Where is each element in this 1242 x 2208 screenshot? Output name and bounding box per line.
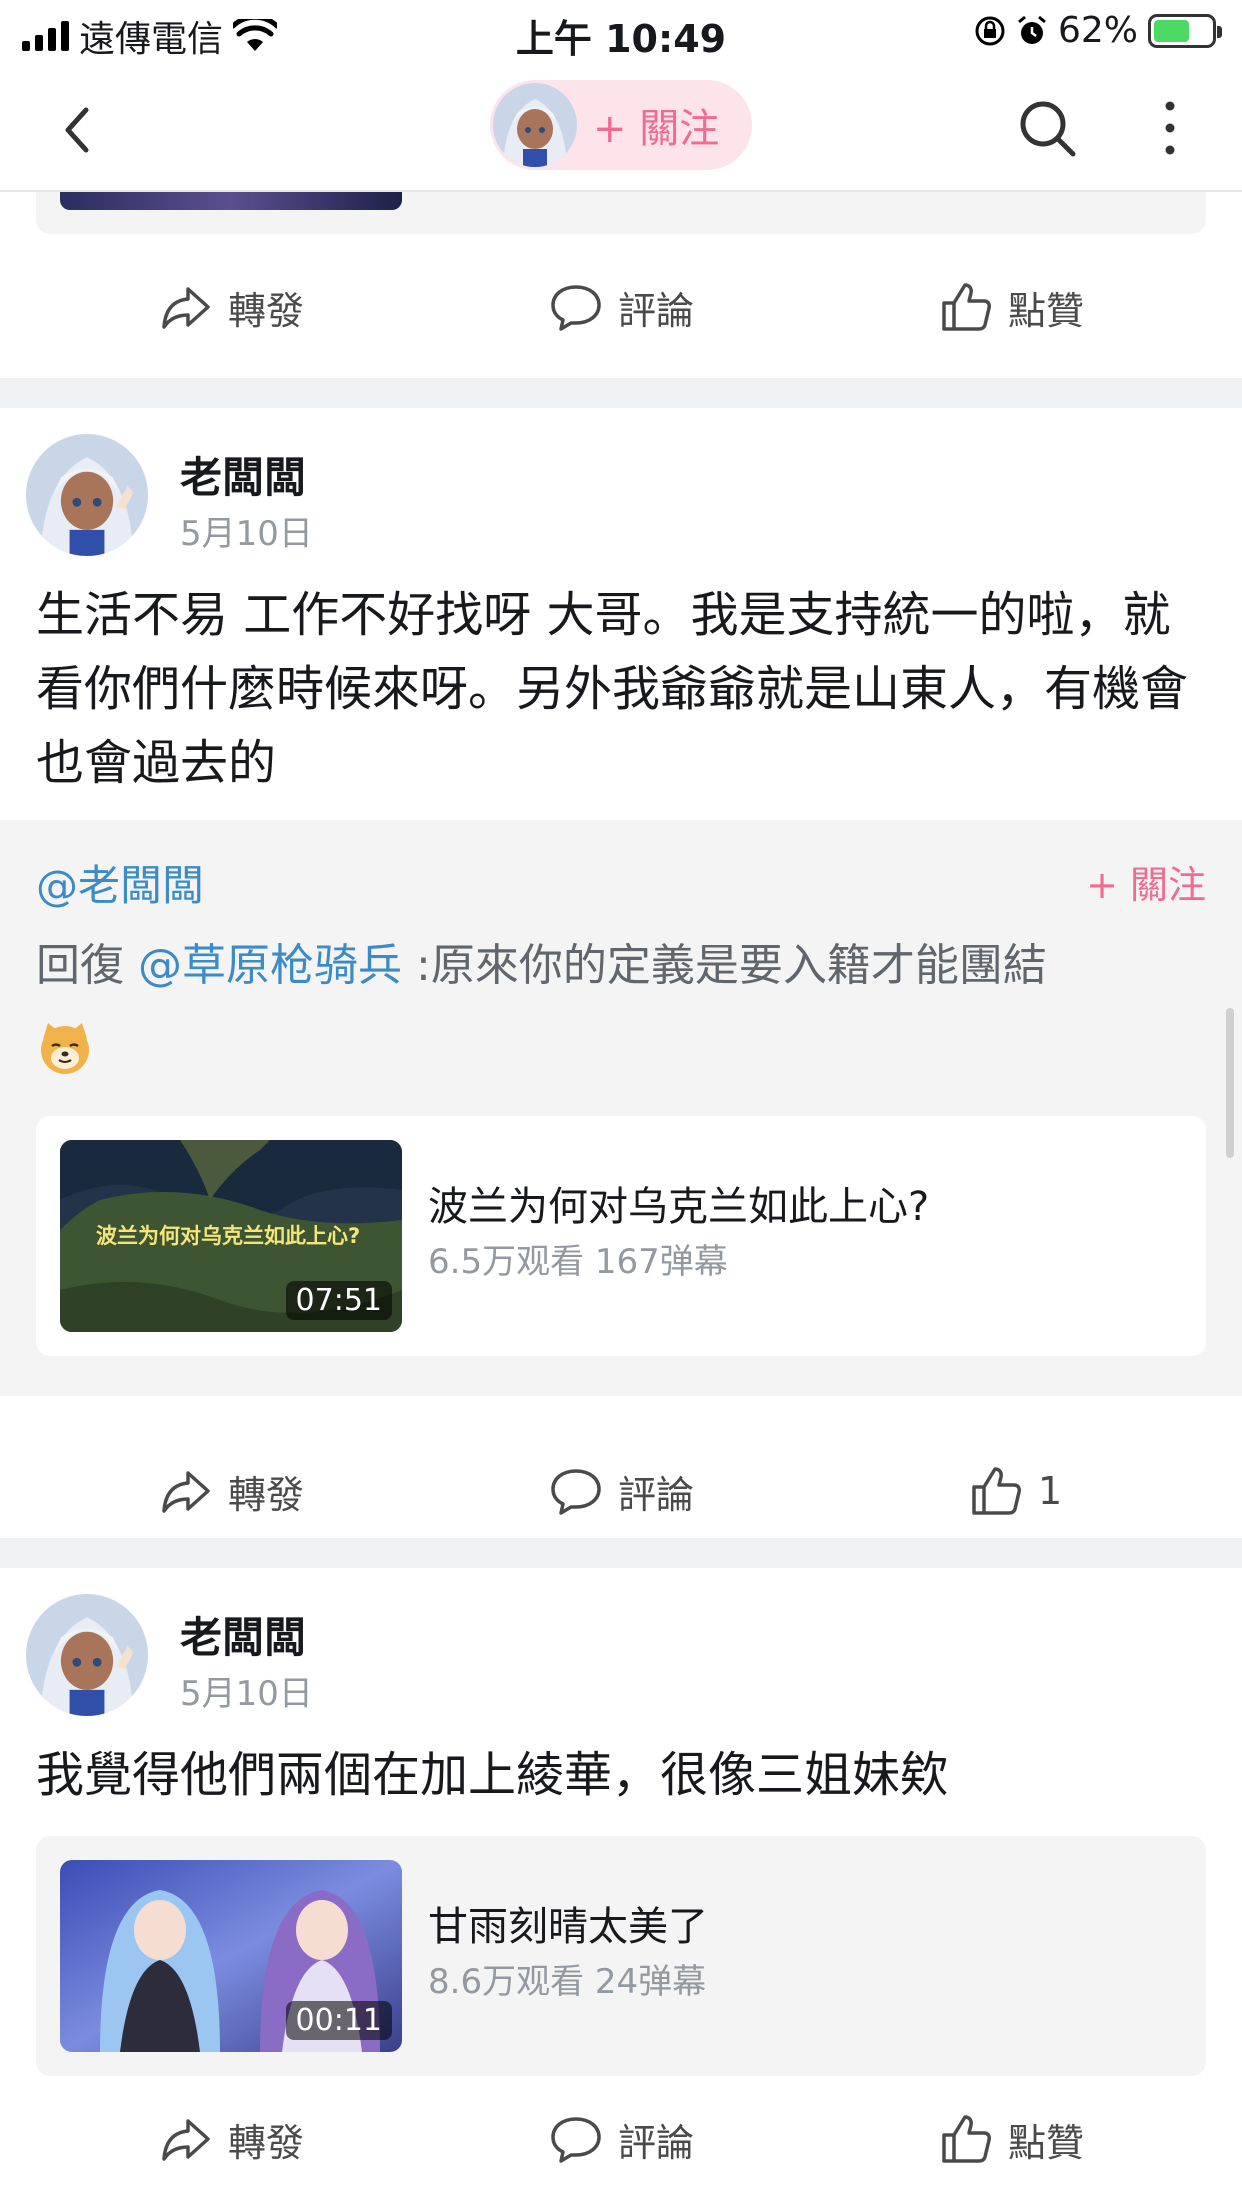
share-label: 轉發 (228, 288, 305, 333)
action-bar: 轉發 評論 點贊 (0, 2094, 1242, 2184)
mention-link[interactable]: @草原枪骑兵 (138, 940, 402, 991)
comment-label: 評論 (618, 2120, 695, 2165)
comment-button[interactable]: 評論 (548, 1446, 694, 1536)
video-thumbnail: 波兰为何对乌克兰如此上心? 07:51 (60, 1140, 402, 1332)
repost-text: 回復 @草原枪骑兵 :原來你的定義是要入籍才能團結 (36, 926, 1206, 1086)
repost-follow-button[interactable]: + 關注 (1086, 854, 1206, 909)
video-title[interactable]: 波兰为何对乌克兰如此上心? (428, 1174, 929, 1232)
follow-button[interactable]: + 關注 (593, 96, 719, 154)
battery-icon (1148, 13, 1222, 48)
section-divider (0, 378, 1242, 408)
like-label: 點贊 (1008, 288, 1085, 333)
search-icon[interactable] (1015, 96, 1079, 160)
video-stats: 6.5万观看 167弹幕 (428, 1242, 728, 1282)
nav-bar: + 關注 (0, 64, 1242, 192)
section-divider (0, 1538, 1242, 1568)
battery-fill (1154, 19, 1189, 42)
author-name[interactable]: 老闆闆 (180, 444, 306, 505)
video-card[interactable]: 波兰为何对乌克兰如此上心? 07:51 波兰为何对乌克兰如此上心? 6.5万观看… (36, 1116, 1206, 1356)
more-icon[interactable] (1155, 96, 1185, 160)
comment-icon (551, 285, 601, 331)
post-content: 我覺得他們兩個在加上綾華，很像三姐妹欸 (36, 1747, 949, 1803)
avatar[interactable] (26, 1594, 148, 1716)
video-card[interactable]: 00:11 甘雨刻晴太美了 8.6万观看 24弹幕 (36, 1836, 1206, 2076)
comment-button[interactable]: 評論 (548, 262, 694, 352)
like-button[interactable]: 點贊 (938, 2094, 1084, 2184)
action-bar: 轉發 評論 1 (0, 1446, 1242, 1536)
thumbnail-caption: 波兰为何对乌克兰如此上心? (96, 1224, 361, 1248)
doge-emoji-icon (41, 1023, 89, 1074)
share-label: 轉發 (228, 2120, 305, 2165)
status-right: 62% (974, 10, 1222, 51)
like-label: 點贊 (1008, 2120, 1085, 2165)
video-duration: 00:11 (285, 2001, 392, 2040)
status-bar: 遠傳電信 上午 10:49 62% (0, 0, 1242, 64)
thumbs-up-icon (942, 283, 991, 331)
comment-button[interactable]: 評論 (548, 2094, 694, 2184)
avatar[interactable] (26, 434, 148, 556)
like-button[interactable]: 1 (968, 1446, 1062, 1536)
comment-icon (551, 1469, 601, 1515)
repost-author[interactable]: @老闆闆 (36, 852, 204, 913)
comment-label: 評論 (618, 288, 695, 333)
share-button[interactable]: 轉發 (158, 2094, 304, 2184)
post-date: 5月10日 (180, 514, 313, 554)
thumbs-up-icon (972, 1467, 1021, 1515)
share-label: 轉發 (228, 1472, 305, 1517)
action-bar: 轉發 評論 點贊 (0, 262, 1242, 352)
avatar[interactable] (493, 83, 577, 167)
post-card: 老闆闆 5月10日 生活不易 工作不好找呀 大哥。我是支持統一的啦，就看你們什麼… (0, 408, 1242, 1538)
reply-text: :原來你的定義是要入籍才能團結 (416, 940, 1047, 991)
share-icon (162, 2119, 210, 2161)
share-button[interactable]: 轉發 (158, 1446, 304, 1536)
post-card: 老闆闆 5月10日 我覺得他們兩個在加上綾華，很像三姐妹欸 00:11 甘雨刻晴… (0, 1568, 1242, 2208)
reply-prefix: 回復 (36, 940, 124, 991)
share-icon (162, 287, 210, 329)
follow-pill[interactable]: + 關注 (490, 80, 752, 170)
thumbs-up-icon (942, 2115, 991, 2163)
like-count: 1 (1038, 1469, 1063, 1513)
repost-block[interactable]: @老闆闆 + 關注 回復 @草原枪骑兵 :原來你的定義是要入籍才能團結 波兰为何… (0, 820, 1242, 1396)
comment-icon (551, 2117, 601, 2163)
comment-label: 評論 (618, 1472, 695, 1517)
share-button[interactable]: 轉發 (158, 262, 304, 352)
video-stats: 8.6万观看 24弹幕 (428, 1962, 707, 2002)
like-button[interactable]: 點贊 (938, 262, 1084, 352)
post-content: 生活不易 工作不好找呀 大哥。我是支持統一的啦，就看你們什麼時候來呀。另外我爺爺… (36, 587, 1189, 791)
back-icon[interactable] (50, 100, 110, 160)
video-title[interactable]: 甘雨刻晴太美了 (428, 1894, 708, 1952)
post-date: 5月10日 (180, 1674, 313, 1714)
share-icon (162, 1471, 210, 1513)
scrollbar[interactable] (1226, 1008, 1234, 1158)
video-duration: 07:51 (285, 1281, 392, 1320)
rotation-lock-icon (975, 16, 1005, 45)
author-name[interactable]: 老闆闆 (180, 1604, 306, 1665)
battery-percent: 62% (1057, 10, 1138, 51)
video-thumbnail: 00:11 (60, 1860, 402, 2052)
alarm-icon (1018, 15, 1046, 44)
